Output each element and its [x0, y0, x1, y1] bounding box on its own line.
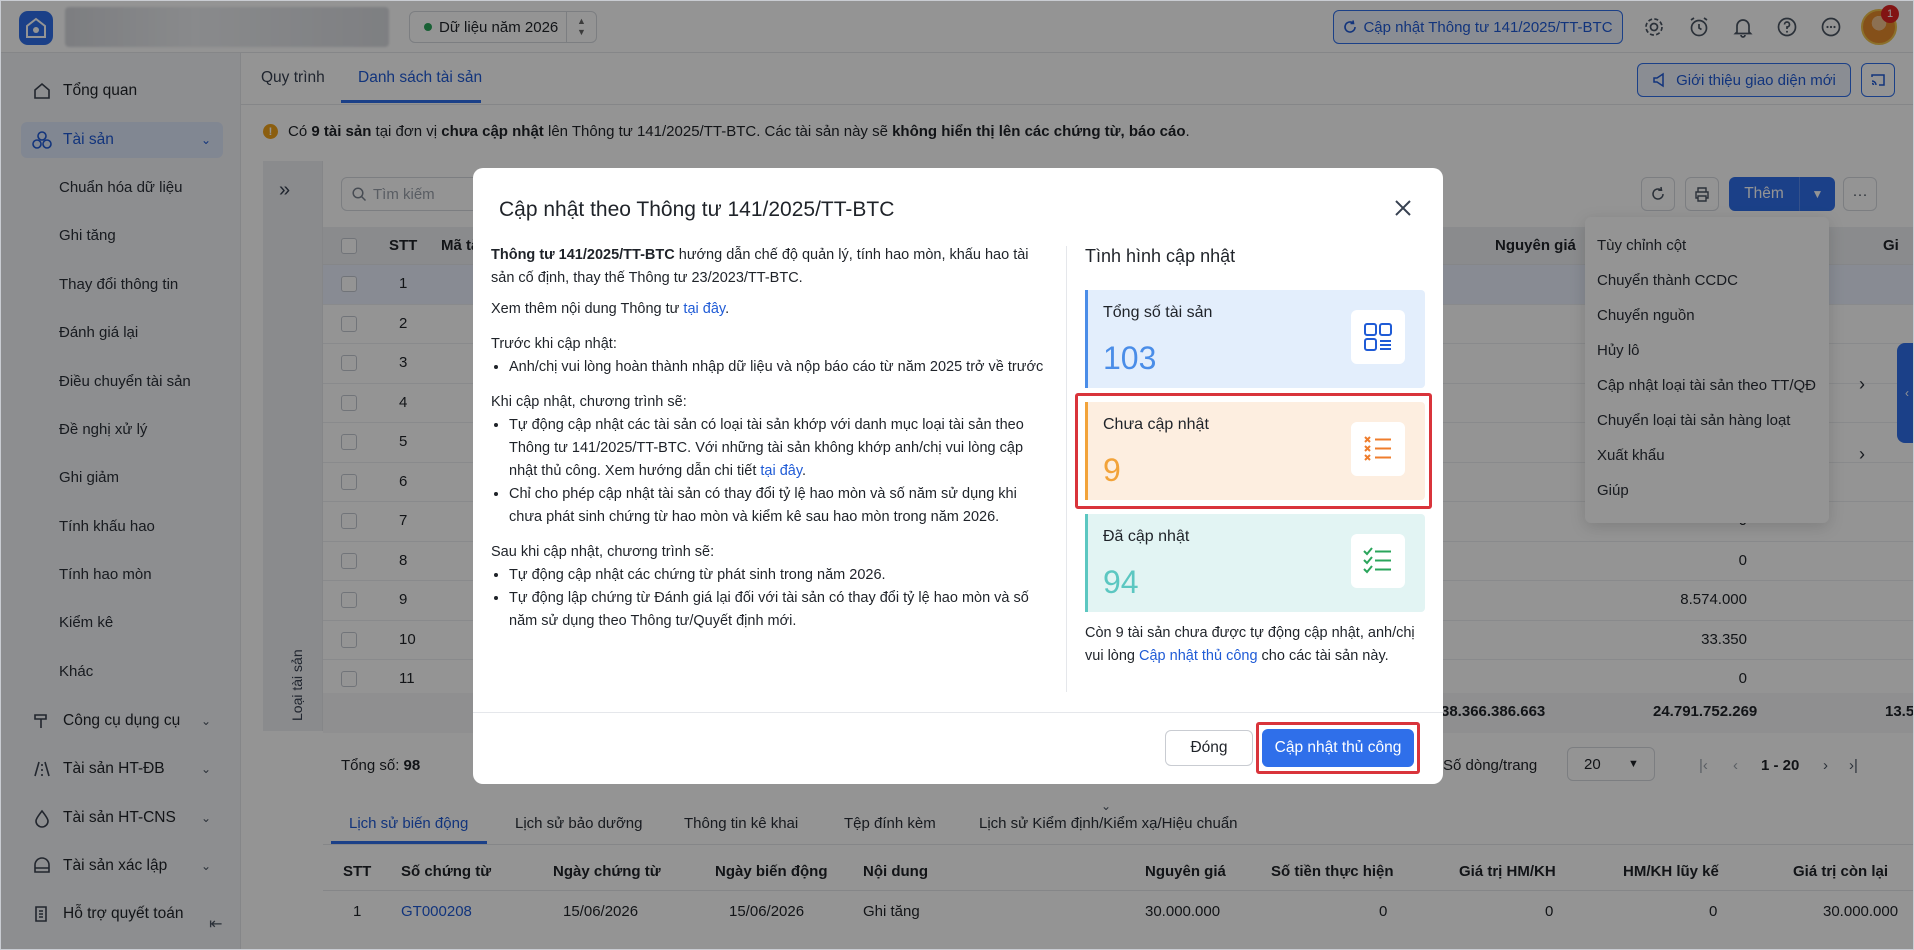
- circular-link[interactable]: tại đây: [683, 301, 725, 317]
- checklist-check-icon: [1351, 534, 1405, 588]
- updated-card: Đã cập nhật 94: [1085, 514, 1425, 612]
- before-item: Anh/chị vui lòng hoàn thành nhập dữ liệu…: [509, 356, 1051, 379]
- before-title: Trước khi cập nhật:: [491, 336, 617, 352]
- close-icon[interactable]: [1391, 196, 1415, 220]
- more-info-text: Xem thêm nội dung Thông tư: [491, 301, 684, 317]
- during-item-2: Chỉ cho phép cập nhật tài sản có thay đổ…: [509, 483, 1051, 529]
- after-title: Sau khi cập nhật, chương trình sẽ:: [491, 544, 715, 560]
- dialog-title: Cập nhật theo Thông tư 141/2025/TT-BTC: [499, 198, 895, 221]
- card-accent-bar: [1085, 290, 1088, 388]
- card-value: 103: [1103, 340, 1157, 376]
- grid-icon: [1351, 310, 1405, 364]
- dialog-description: Thông tư 141/2025/TT-BTC hướng dẫn chế đ…: [491, 244, 1051, 641]
- manual-update-link[interactable]: Cập nhật thủ công: [1139, 648, 1258, 664]
- after-item-1: Tự động cập nhật các chứng từ phát sinh …: [509, 564, 1051, 587]
- during-item-1: Tự động cập nhật các tài sản có loại tài…: [509, 414, 1051, 483]
- guide-link[interactable]: tại đây: [760, 463, 802, 479]
- status-title: Tình hình cập nhật: [1085, 246, 1236, 266]
- card-label: Đã cập nhật: [1103, 528, 1190, 545]
- circular-name: Thông tư 141/2025/TT-BTC: [491, 247, 675, 263]
- app-window: Dữ liệu năm 2026 ▲ ▼ Cập nhật Thông tư 14…: [0, 0, 1914, 950]
- card-label: Tổng số tài sản: [1103, 304, 1213, 321]
- status-note: Còn 9 tài sản chưa được tự động cập nhật…: [1085, 625, 1415, 664]
- after-item-2: Tự động lập chứng từ Đánh giá lại đối vớ…: [509, 587, 1051, 633]
- dialog-divider: [1066, 246, 1067, 692]
- card-value: 94: [1103, 564, 1139, 600]
- during-title: Khi cập nhật, chương trình sẽ:: [491, 394, 687, 410]
- highlight-box: [1256, 722, 1420, 774]
- total-assets-card: Tổng số tài sản 103: [1085, 290, 1425, 388]
- card-accent-bar: [1085, 514, 1088, 612]
- highlight-box: [1075, 393, 1432, 509]
- update-circular-dialog: Cập nhật theo Thông tư 141/2025/TT-BTC T…: [473, 168, 1443, 784]
- close-button[interactable]: Đóng: [1165, 730, 1253, 766]
